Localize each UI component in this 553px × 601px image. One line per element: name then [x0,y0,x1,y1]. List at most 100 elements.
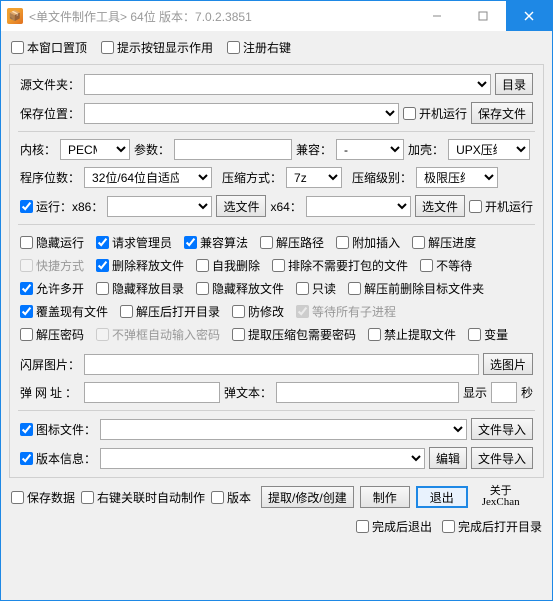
param-input[interactable] [174,139,292,160]
overwrite-checkbox[interactable]: 覆盖现有文件 [20,303,108,320]
comp-label: 压缩方式： [222,169,282,186]
run-x64-file-button[interactable]: 选文件 [415,195,465,217]
open-after-done-checkbox[interactable]: 完成后打开目录 [442,518,542,535]
icon-checkbox[interactable]: 图标文件： [20,421,96,438]
window-title: <单文件制作工具> 64位 版本：7.0.2.3851 [29,8,252,25]
exit-button[interactable]: 退出 [416,486,468,508]
save-data-checkbox[interactable]: 保存数据 [11,489,75,506]
popup-show-label: 显示 [463,384,487,401]
splash-browse-button[interactable]: 选图片 [483,353,533,375]
extract-pwd-checkbox[interactable]: 解压密码 [20,326,84,343]
main-panel: 源文件夹： 目录 保存位置： 开机运行 保存文件 内核： PECMD 参数： 兼… [9,64,544,478]
auto-make-checkbox[interactable]: 右键关联时自动制作 [81,489,205,506]
window-controls [414,1,552,31]
self-del-checkbox[interactable]: 自我删除 [196,257,260,274]
open-after-checkbox[interactable]: 解压后打开目录 [120,303,220,320]
close-button[interactable] [506,1,552,31]
shell-select[interactable]: UPX压缩 [448,139,530,160]
no-extract-checkbox[interactable]: 禁止提取文件 [368,326,456,343]
anti-mod-checkbox[interactable]: 防修改 [232,303,284,320]
always-on-top-checkbox[interactable]: 本窗口置顶 [11,39,87,56]
del-extract-checkbox[interactable]: 删除释放文件 [96,257,184,274]
comp-method-select[interactable]: 7z [286,167,342,188]
boot-run-checkbox[interactable]: 开机运行 [403,105,467,122]
app-icon: 📦 [7,8,23,24]
about-label[interactable]: 关于JexChan [482,486,520,508]
readonly-checkbox[interactable]: 只读 [296,280,336,297]
popup-unit-label: 秒 [521,384,533,401]
no-pwd-dialog-checkbox: 不弹框自动输入密码 [96,326,220,343]
hide-files-checkbox[interactable]: 隐藏释放文件 [196,280,284,297]
version-edit-button[interactable]: 编辑 [429,447,467,469]
allow-multi-checkbox[interactable]: 允许多开 [20,280,84,297]
core-select[interactable]: PECMD [60,139,130,160]
run-boot-checkbox[interactable]: 开机运行 [469,198,533,215]
popup-text-label: 弹文本： [224,384,272,401]
show-hint-checkbox[interactable]: 提示按钮显示作用 [101,39,213,56]
progress-checkbox[interactable]: 解压进度 [412,234,476,251]
source-folder-select[interactable] [84,74,491,95]
main-window: 📦 <单文件制作工具> 64位 版本：7.0.2.3851 本窗口置顶 提示按钮… [0,0,553,601]
compat-label: 兼容： [296,141,332,158]
extract-modify-create-button[interactable]: 提取/修改/创建 [261,486,354,508]
compat-select[interactable]: - [336,139,404,160]
save-location-select[interactable] [84,103,399,124]
minimize-button[interactable] [414,1,460,31]
shell-label: 加壳： [408,141,444,158]
var-checkbox[interactable]: 变量 [468,326,508,343]
exit-after-checkbox[interactable]: 完成后退出 [356,518,432,535]
save-label: 保存位置： [20,105,80,122]
version-select[interactable] [100,448,425,469]
splash-path-input[interactable] [84,354,479,375]
popup-duration-input[interactable] [491,382,517,403]
separator [18,224,535,225]
exclude-pack-checkbox[interactable]: 排除不需要打包的文件 [272,257,408,274]
hide-run-checkbox[interactable]: 隐藏运行 [20,234,84,251]
run-x86-select[interactable] [107,196,212,217]
plugin-checkbox[interactable]: 附加插入 [336,234,400,251]
comp-level-select[interactable]: 极限压缩 [416,167,498,188]
param-label: 参数： [134,141,170,158]
source-browse-button[interactable]: 目录 [495,73,533,95]
icon-file-select[interactable] [100,419,467,440]
popup-row: 弹网址： 弹文本： 显示 秒 [20,382,533,403]
core-label: 内核： [20,141,56,158]
bits-select[interactable]: 32位/64位自适应 [84,167,212,188]
del-before-extract-checkbox[interactable]: 解压前删除目标文件夹 [348,280,484,297]
bits-row: 程序位数： 32位/64位自适应 压缩方式： 7z 压缩级别： 极限压缩 [20,167,533,188]
top-options: 本窗口置顶 提示按钮显示作用 注册右键 [9,37,544,60]
splash-label: 闪屏图片： [20,356,80,373]
version-checkbox[interactable]: 版本信息： [20,450,96,467]
source-row: 源文件夹： 目录 [20,73,533,95]
popup-url-input[interactable] [84,382,220,403]
popup-url-label: 弹网址： [20,384,80,401]
options-grid: 隐藏运行 请求管理员 兼容算法 解压路径 附加插入 解压进度 快捷方式 删除释放… [20,232,533,345]
maximize-button[interactable] [460,1,506,31]
run-x64-label: x64： [270,198,301,215]
wait-child-checkbox: 等待所有子进程 [296,303,396,320]
content: 本窗口置顶 提示按钮显示作用 注册右键 源文件夹： 目录 保存位置： 开机运行 … [1,31,552,600]
titlebar: 📦 <单文件制作工具> 64位 版本：7.0.2.3851 [1,1,552,31]
extract-path-checkbox[interactable]: 解压路径 [260,234,324,251]
version-import-button[interactable]: 文件导入 [471,447,533,469]
need-pwd-checkbox[interactable]: 提取压缩包需要密码 [232,326,356,343]
run-x64-select[interactable] [306,196,411,217]
compat-alg-checkbox[interactable]: 兼容算法 [184,234,248,251]
run-row: 运行：x86： 选文件 x64： 选文件 开机运行 [20,195,533,217]
popup-text-input[interactable] [276,382,459,403]
run-x86-checkbox[interactable]: 运行：x86： [20,198,103,215]
make-button[interactable]: 制作 [360,486,410,508]
level-label: 压缩级别： [352,169,412,186]
req-admin-checkbox[interactable]: 请求管理员 [96,234,172,251]
hide-dir-checkbox[interactable]: 隐藏释放目录 [96,280,184,297]
separator [18,410,535,411]
icon-import-button[interactable]: 文件导入 [471,418,533,440]
shortcut-checkbox: 快捷方式 [20,257,84,274]
register-rightclick-checkbox[interactable]: 注册右键 [227,39,291,56]
version-flag-checkbox[interactable]: 版本 [211,489,251,506]
no-wait-checkbox[interactable]: 不等待 [420,257,472,274]
bottom-bar: 保存数据 右键关联时自动制作 版本 提取/修改/创建 制作 退出 关于JexCh… [9,482,544,510]
save-file-button[interactable]: 保存文件 [471,102,533,124]
run-x86-file-button[interactable]: 选文件 [216,195,266,217]
bits-label: 程序位数： [20,169,80,186]
